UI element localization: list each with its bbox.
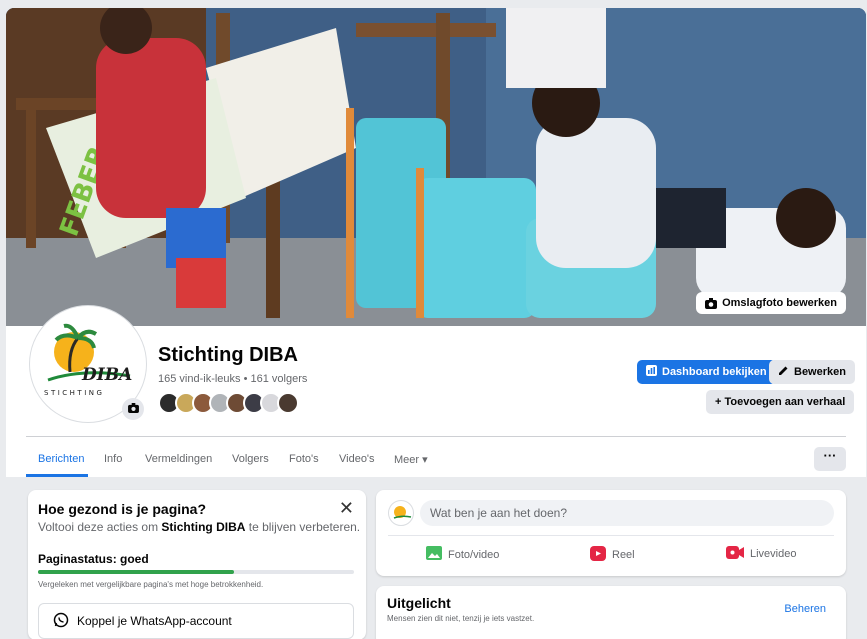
tab-volgers[interactable]: Volgers [232,453,269,465]
edit-cover-button[interactable]: Omslagfoto bewerken [696,292,846,314]
edit-cover-label: Omslagfoto bewerken [722,297,837,309]
profile-header: DIBA STICHTING Stichting DIBA 165 vind-i… [6,306,866,477]
health-subtitle: Voltooi deze acties om Stichting DIBA te… [38,520,361,534]
status-progress-bar [38,570,354,574]
edit-page-label: Bewerken [794,366,846,378]
featured-card: Uitgelicht Mensen zien dit niet, tenzij … [376,586,846,639]
camera-icon [705,297,718,309]
svg-text:STICHTING: STICHTING [44,389,104,397]
follower-avatars[interactable] [158,392,299,414]
page-stats[interactable]: 165 vind-ik-leuks • 161 volgers [158,373,307,385]
dashboard-label: Dashboard bekijken [662,366,767,378]
tab-fotos[interactable]: Foto's [289,453,319,465]
manage-featured-link[interactable]: Beheren [784,603,826,615]
photo-video-label: Foto/video [448,548,500,561]
cover-image: FEBER [6,8,866,326]
active-tab-indicator [26,474,88,477]
camera-icon [127,400,139,418]
featured-title: Uitgelicht [387,595,451,611]
status-note: Vergeleken met vergelijkbare pagina's me… [38,580,264,589]
reel-label: Reel [612,549,635,561]
page-title: Stichting DIBA [158,344,298,366]
change-avatar-button[interactable] [122,398,144,420]
whatsapp-icon [53,612,69,631]
composer-avatar[interactable] [388,500,414,526]
more-options-button[interactable]: ··· [814,447,846,471]
live-video-icon [726,546,744,562]
tabs-divider [26,436,846,437]
svg-text:DIBA: DIBA [81,365,132,385]
live-video-label: Livevideo [750,548,797,560]
health-title: Hoe gezond is je pagina? [38,501,207,517]
connect-whatsapp-button[interactable]: Koppel je WhatsApp-account [38,603,354,639]
reel-icon [590,546,606,564]
connect-whatsapp-label: Koppel je WhatsApp-account [77,614,232,628]
tab-vermeldingen[interactable]: Vermeldingen [145,453,212,465]
add-to-story-button[interactable]: + Toevoegen aan verhaal [706,390,855,414]
status-input[interactable]: Wat ben je aan het doen? [420,500,834,526]
featured-subtitle: Mensen zien dit niet, tenzij je iets vas… [387,614,535,623]
post-composer: Wat ben je aan het doen? Foto/video Reel… [376,490,846,576]
pencil-icon [778,365,789,379]
tab-meer[interactable]: Meer ▾ [394,453,428,466]
cover-photo[interactable]: FEBER Omslagfoto bewerken [6,8,866,326]
edit-page-button[interactable]: Bewerken [769,360,855,384]
close-icon[interactable]: ✕ [339,498,354,519]
live-video-button[interactable]: Livevideo [726,546,796,562]
tab-berichten[interactable]: Berichten [38,453,84,465]
tab-info[interactable]: Info [104,453,122,465]
dashboard-button[interactable]: Dashboard bekijken [637,360,776,384]
page-health-card: Hoe gezond is je pagina? ✕ Voltooi deze … [28,490,366,639]
tab-videos[interactable]: Video's [339,453,375,465]
status-progress-fill [38,570,234,574]
follower-avatar[interactable] [277,392,299,414]
add-to-story-label: + Toevoegen aan verhaal [715,396,846,408]
composer-divider [388,535,834,536]
page-status: Paginastatus: goed [38,552,149,566]
dashboard-icon [646,365,657,379]
reel-button[interactable]: Reel [590,546,635,564]
photo-video-button[interactable]: Foto/video [426,546,499,563]
photo-icon [426,546,442,563]
